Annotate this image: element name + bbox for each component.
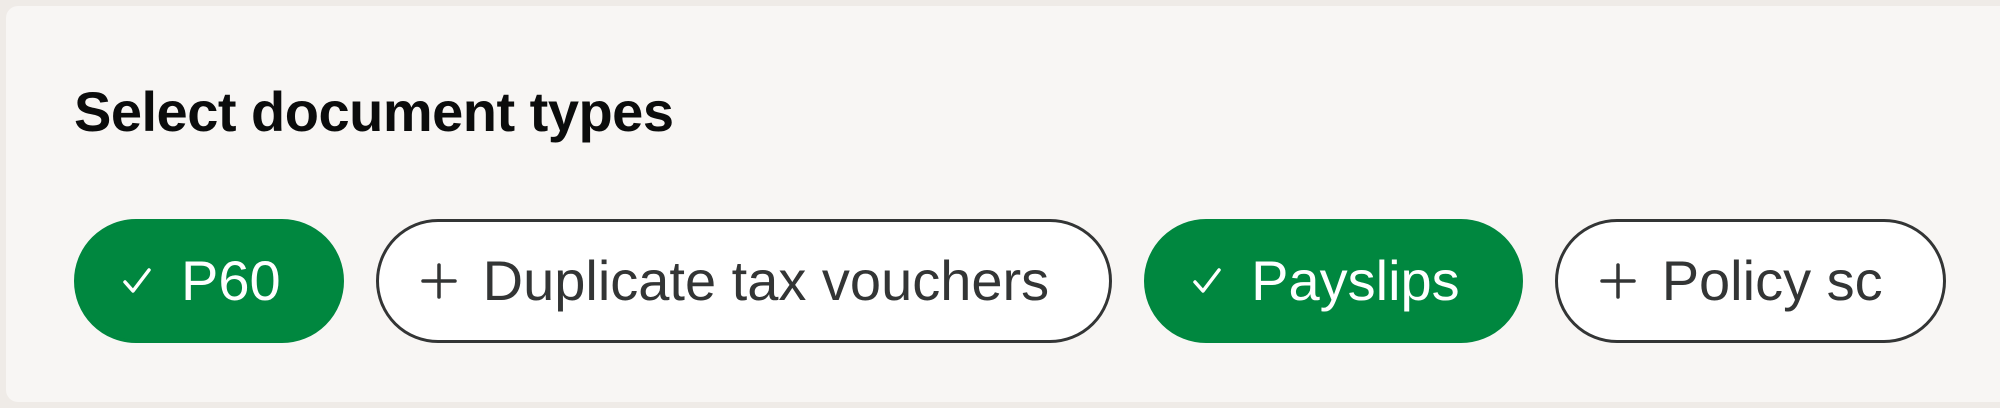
- check-icon: [1187, 253, 1227, 309]
- chip-p60[interactable]: P60: [74, 219, 344, 343]
- chip-label: Policy sc: [1661, 249, 1883, 312]
- chip-label: Duplicate tax vouchers: [482, 249, 1050, 312]
- chip-label: P60: [181, 249, 281, 312]
- document-type-panel: Select document types P60 Duplicate tax …: [6, 6, 2000, 402]
- check-icon: [117, 253, 157, 309]
- chip-label: Payslips: [1251, 249, 1460, 312]
- chip-duplicate-tax-vouchers[interactable]: Duplicate tax vouchers: [375, 219, 1113, 343]
- chip-payslips[interactable]: Payslips: [1144, 219, 1523, 343]
- plus-icon: [419, 253, 459, 309]
- plus-icon: [1598, 253, 1638, 309]
- document-type-chip-group: P60 Duplicate tax vouchers Payslips Poli…: [74, 219, 1946, 343]
- panel-title: Select document types: [74, 80, 674, 143]
- chip-policy-schedule[interactable]: Policy sc: [1554, 219, 1946, 343]
